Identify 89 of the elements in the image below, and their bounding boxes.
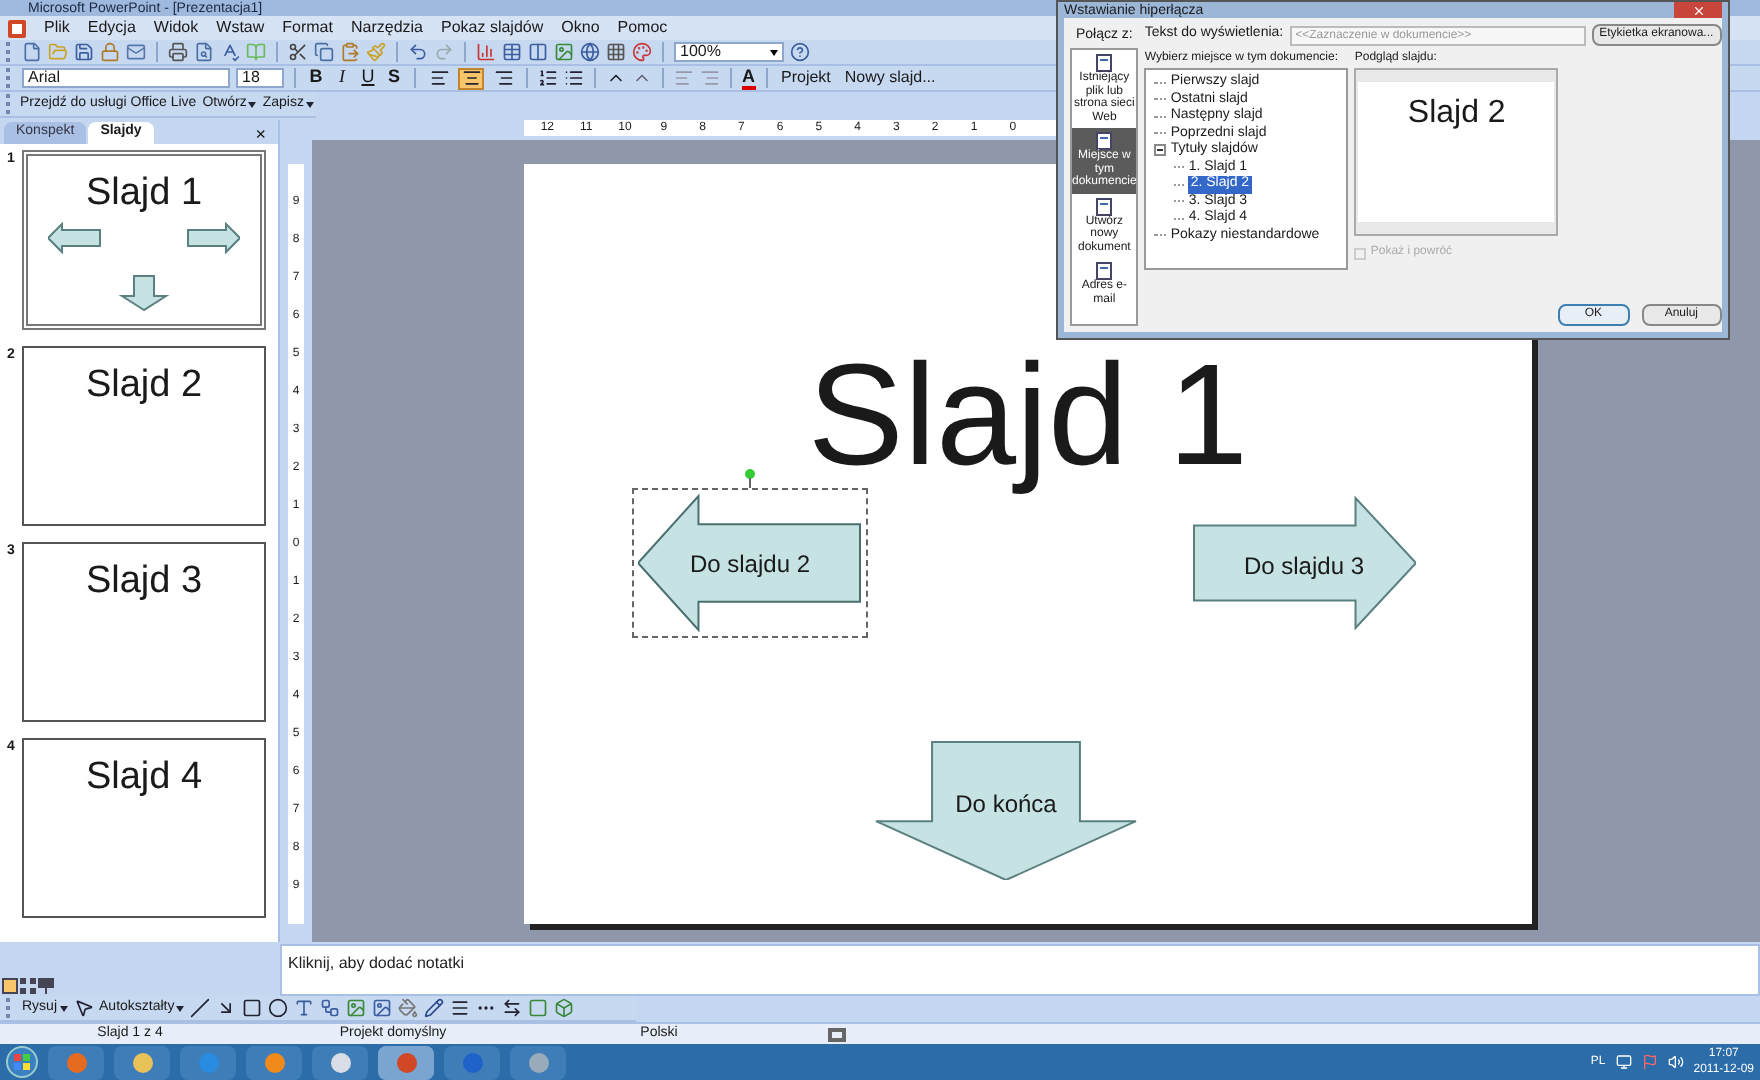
- app-icon[interactable]: [8, 19, 26, 37]
- fill-color-icon[interactable]: [398, 998, 419, 1018]
- button-label: Do slajdu 2: [687, 548, 813, 582]
- columns-icon[interactable]: [528, 42, 548, 62]
- arrow-icon[interactable]: [216, 998, 237, 1018]
- cut-icon[interactable]: [288, 42, 308, 62]
- caret-icon: [248, 101, 257, 107]
- italic-button[interactable]: I: [332, 64, 352, 92]
- mail-icon[interactable]: [126, 42, 146, 62]
- action-button[interactable]: Do końca: [874, 740, 1138, 880]
- caret-icon: [306, 101, 314, 107]
- line-style-icon[interactable]: [450, 998, 471, 1018]
- thumbnail-title: Slajd 2: [85, 366, 203, 404]
- slide-thumbnail[interactable]: Slajd 1: [22, 150, 266, 330]
- action-button[interactable]: Do slajdu 2: [638, 494, 862, 632]
- select-cursor-icon[interactable]: [73, 998, 94, 1018]
- rotation-handle-icon[interactable]: [744, 468, 756, 488]
- paste-icon[interactable]: [340, 42, 360, 62]
- menu-item[interactable]: Plik: [44, 16, 70, 40]
- save-icon[interactable]: [74, 42, 94, 62]
- menu-item[interactable]: Pokaz slajdów: [441, 16, 544, 40]
- hyperlink-icon[interactable]: [580, 42, 600, 62]
- slide-thumbnail[interactable]: Slajd 2: [22, 346, 266, 526]
- line-color-icon[interactable]: [424, 998, 445, 1018]
- align-button[interactable]: [458, 67, 484, 89]
- clip-art-icon[interactable]: [346, 998, 367, 1018]
- thumbnail-title: Slajd 3: [85, 562, 203, 600]
- preview-title: Slajd 2: [1407, 98, 1506, 134]
- diagram-icon[interactable]: [320, 998, 341, 1018]
- bullets-icon[interactable]: [564, 68, 584, 88]
- oval-icon[interactable]: [268, 998, 289, 1018]
- menu-item[interactable]: Wstaw: [216, 16, 265, 40]
- close-icon: [1691, 3, 1705, 17]
- three-d-icon[interactable]: [554, 998, 575, 1018]
- rectangle-icon[interactable]: [242, 998, 263, 1018]
- slide-thumbnail[interactable]: Slajd 3: [22, 542, 266, 722]
- zoom-dropdown[interactable]: 100%: [674, 42, 784, 62]
- button-label: Do końca: [953, 788, 1059, 822]
- menu-item[interactable]: Narzędzia: [350, 16, 423, 40]
- undo-icon[interactable]: [408, 42, 428, 62]
- slideshow-view-icon[interactable]: [38, 978, 54, 994]
- thumbnail-title: Slajd 1: [85, 174, 203, 212]
- menu-item[interactable]: Pomoc: [617, 16, 668, 40]
- print-preview-icon[interactable]: [194, 42, 214, 62]
- copy-icon[interactable]: [314, 42, 334, 62]
- new-slide-button[interactable]: Nowy slajd...: [840, 66, 940, 90]
- volume-icon[interactable]: [1667, 1054, 1684, 1070]
- grid-icon[interactable]: [606, 42, 626, 62]
- insert-picture-icon[interactable]: [372, 998, 393, 1018]
- bold-button[interactable]: B: [306, 64, 326, 92]
- align-button[interactable]: [426, 67, 452, 89]
- taskbar-button[interactable]: [312, 1045, 368, 1079]
- caret-icon: [59, 1005, 68, 1011]
- menu-item[interactable]: Format: [282, 16, 333, 40]
- line-icon[interactable]: [190, 998, 211, 1018]
- font-size-dropdown[interactable]: 18: [236, 68, 284, 88]
- design-button[interactable]: Projekt: [777, 66, 835, 90]
- notes-field[interactable]: Kliknij, aby dodać notatki: [280, 944, 1760, 996]
- start-button[interactable]: [6, 1046, 38, 1078]
- close-button[interactable]: ×: [255, 126, 274, 144]
- normal-view-icon[interactable]: [2, 978, 18, 994]
- color-icon[interactable]: [632, 42, 652, 62]
- shadow-button[interactable]: S: [384, 64, 404, 92]
- button-label: Do slajdu 3: [1241, 550, 1367, 584]
- permission-icon[interactable]: [100, 42, 120, 62]
- new-file-icon[interactable]: [22, 42, 42, 62]
- menu-item[interactable]: Edycja: [87, 16, 136, 40]
- thumbnail-title: Slajd 4: [85, 758, 203, 796]
- sorter-view-icon[interactable]: [20, 978, 36, 994]
- chart-icon[interactable]: [476, 42, 496, 62]
- spelling-icon[interactable]: [220, 42, 240, 62]
- taskbar-button[interactable]: [510, 1045, 566, 1079]
- printer-icon[interactable]: [168, 42, 188, 62]
- taskbar-button[interactable]: [114, 1045, 170, 1079]
- align-button[interactable]: [490, 67, 516, 89]
- text-box-icon[interactable]: [294, 998, 315, 1018]
- menu-item[interactable]: Okno: [561, 16, 600, 40]
- close-button[interactable]: [1674, 2, 1722, 18]
- font-dropdown[interactable]: Arial: [22, 68, 230, 88]
- numbering-icon[interactable]: [538, 68, 558, 88]
- menu-item[interactable]: Widok: [153, 16, 199, 40]
- arrow-style-icon[interactable]: [502, 998, 523, 1018]
- action-button[interactable]: Do slajdu 3: [1192, 496, 1416, 630]
- collapse-icon[interactable]: [1154, 144, 1167, 157]
- caret-icon: [176, 1005, 185, 1011]
- slide-thumbnail[interactable]: Slajd 4: [22, 738, 266, 918]
- underline-button[interactable]: U: [358, 64, 378, 92]
- font-color-button[interactable]: A: [742, 67, 755, 89]
- table-icon[interactable]: [502, 42, 522, 62]
